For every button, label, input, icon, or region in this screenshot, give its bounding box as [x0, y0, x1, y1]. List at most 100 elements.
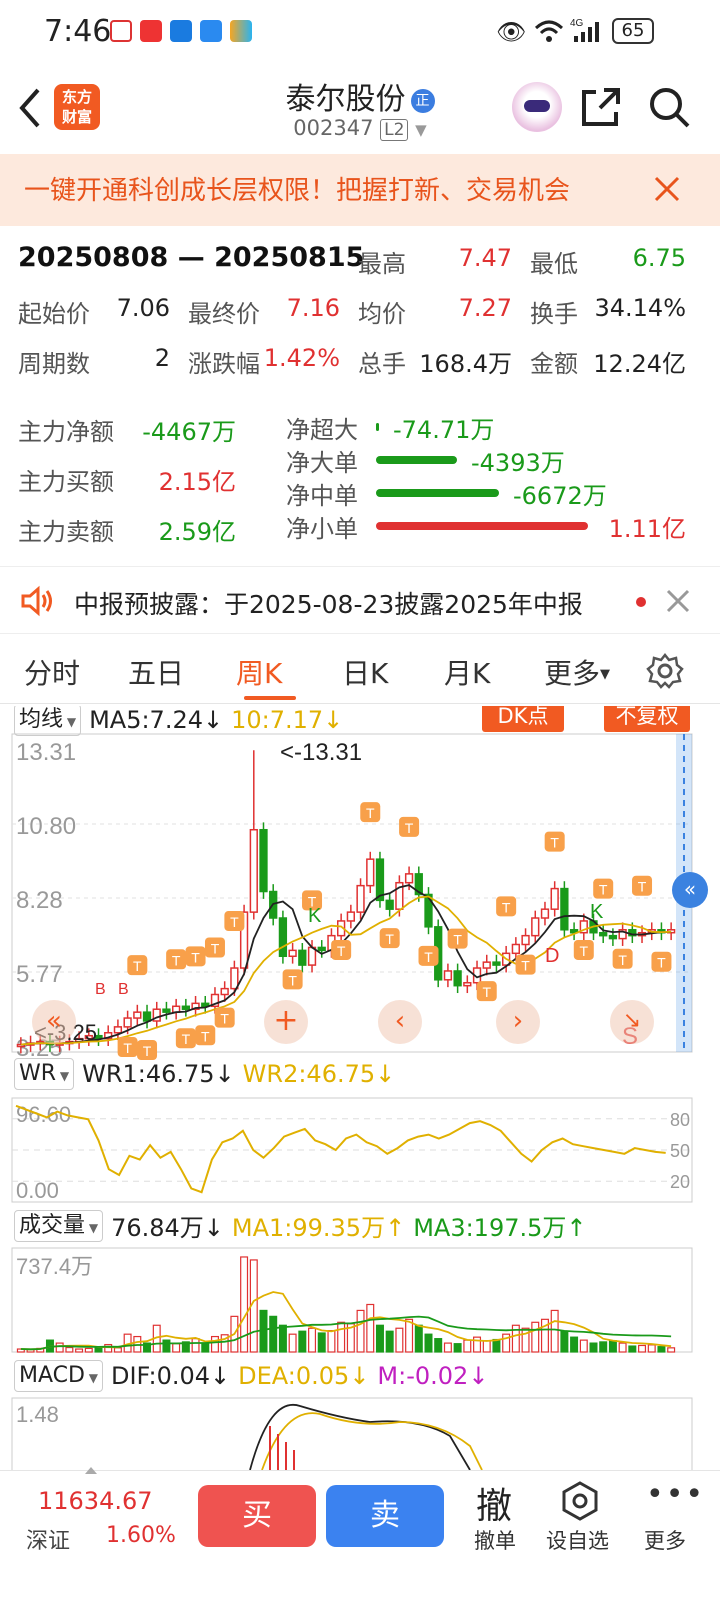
volume-bar	[443, 1342, 452, 1353]
wr2-text: WR2:46.75	[242, 1060, 376, 1088]
candle-body	[288, 949, 297, 958]
tab-daily-k[interactable]: 日K	[342, 652, 388, 692]
macd-selector[interactable]: MACD ▼	[14, 1360, 103, 1392]
stat-value: 34.14%	[594, 294, 686, 322]
stat-label: 最高	[358, 250, 406, 278]
volume-bar	[473, 1336, 482, 1353]
close-icon[interactable]	[654, 176, 680, 202]
signal-marker-label: T	[453, 932, 462, 948]
notice-bar[interactable]: 中报预披露：于2025-08-23披露2025年中报	[0, 566, 720, 634]
tab-five-day[interactable]: 五日	[128, 652, 184, 692]
zheng-badge: 正	[410, 89, 435, 113]
close-icon[interactable]	[666, 589, 690, 613]
cancel-order-label[interactable]: 撤单	[474, 1525, 516, 1555]
y-axis-label: 10.80	[16, 813, 76, 840]
kline-chart-area[interactable]: 均线 ▼ MA5:7.24↓ 10:7.17↓ DK点 不复权 13.31 10.…	[0, 706, 720, 1470]
volume-bar	[385, 1330, 394, 1353]
buy-button[interactable]: 买	[198, 1485, 316, 1547]
order-flow-value: -4393万	[471, 449, 565, 477]
tab-weekly-k[interactable]: 周K	[236, 652, 282, 692]
reset-view-button[interactable]: ↘	[610, 1000, 654, 1044]
index-name[interactable]: 深证	[26, 1523, 70, 1555]
zoom-in-button[interactable]: +	[264, 1000, 308, 1044]
stat-label: 最低	[530, 250, 578, 278]
stat-value: 7.06	[116, 294, 170, 322]
more-label[interactable]: 更多	[644, 1525, 686, 1555]
volume-bar	[337, 1321, 346, 1353]
stat-label: 周期数	[18, 350, 90, 378]
promo-banner[interactable]: 一键开通科创成长层权限！把握打新、交易机会	[0, 154, 720, 226]
signal-marker-label: T	[638, 879, 647, 895]
collapse-panel-button[interactable]: «	[672, 872, 708, 908]
stat-label: 金额	[530, 350, 578, 378]
order-flow-label: 净小单	[286, 515, 358, 543]
scroll-left-button[interactable]: «	[32, 1000, 76, 1044]
volume-bar	[608, 1340, 617, 1353]
volume-bar	[327, 1330, 336, 1353]
stat-value: 2	[154, 344, 170, 372]
volume-bar	[482, 1340, 491, 1353]
promo-text: 一键开通科创成长层权限！把握打新、交易机会	[24, 176, 571, 206]
more-dots-icon[interactable]: •••	[646, 1477, 705, 1512]
cellular-signal-icon: 4G	[570, 18, 599, 42]
volume-bar	[113, 1347, 122, 1353]
volume-bar	[395, 1327, 404, 1353]
wr-ref-label: 80	[670, 1110, 690, 1130]
index-value[interactable]: 11634.67	[38, 1487, 153, 1515]
candle-body	[511, 943, 520, 955]
chevron-down-icon: ▼	[56, 1069, 70, 1083]
sell-button[interactable]: 卖	[326, 1485, 444, 1547]
hexagon-watchlist-icon[interactable]	[562, 1481, 598, 1521]
money-flow-panel[interactable]: 主力净额 -4467万 主力买额 2.15亿 主力卖额 2.59亿 净超大 -74.71万 净大…	[0, 408, 720, 558]
candle-body	[278, 917, 288, 958]
order-flow-bar	[376, 522, 588, 530]
next-button[interactable]: ›	[496, 1000, 540, 1044]
candle-body	[385, 899, 394, 910]
main-flow-label: 主力买额	[18, 468, 114, 496]
candle-body	[142, 1011, 152, 1022]
volume-bar	[560, 1330, 569, 1353]
add-watchlist-label[interactable]: 设自选	[546, 1525, 609, 1555]
search-icon[interactable]	[648, 86, 690, 128]
wr-selector[interactable]: WR ▼	[14, 1058, 75, 1090]
tab-intraday[interactable]: 分时	[24, 652, 80, 692]
signal-marker-label: T	[182, 1031, 191, 1047]
candle-body	[181, 1005, 191, 1010]
date-range: 20250808 — 20250815	[18, 242, 365, 273]
candle-body	[317, 946, 326, 952]
wr1-value: WR1:46.75↓	[82, 1060, 235, 1088]
level-badge: L2	[380, 119, 409, 141]
volume-bar	[599, 1341, 608, 1353]
stat-value: 7.16	[286, 294, 340, 322]
dea-value: DEA:0.05↓	[238, 1362, 369, 1390]
period-tabs: 分时 五日 周K 日K 月K 更多▼	[0, 636, 720, 704]
volume-selector[interactable]: 成交量 ▼	[14, 1209, 104, 1242]
candle-body	[540, 908, 550, 919]
app-red-icon	[140, 20, 162, 42]
candle-body	[443, 970, 453, 981]
share-icon[interactable]	[580, 86, 622, 128]
tab-monthly-k[interactable]: 月K	[444, 652, 490, 692]
candle-body	[366, 858, 375, 887]
candle-body	[113, 1026, 123, 1034]
volume-bar	[84, 1347, 93, 1353]
signal-marker-label: T	[424, 949, 433, 965]
cancel-order-icon[interactable]: 撤	[476, 1477, 512, 1529]
volume-bar	[298, 1330, 307, 1353]
candle-body	[453, 970, 462, 987]
stat-label: 均价	[358, 300, 406, 328]
signal-marker-label: T	[211, 941, 220, 957]
wr-selector-label: WR	[19, 1061, 57, 1086]
tab-more[interactable]: 更多▼	[544, 652, 610, 692]
order-flow-label: 净超大	[286, 416, 358, 444]
volume-selector-label: 成交量	[19, 1212, 86, 1238]
order-flow-bar	[376, 489, 499, 497]
wr2-arrow: ↓	[375, 1060, 396, 1088]
order-flow-bar	[376, 423, 379, 431]
signal-marker-label: T	[143, 1043, 152, 1059]
prev-button[interactable]: ‹	[378, 1000, 422, 1044]
gear-icon[interactable]	[646, 652, 684, 690]
signal-marker-label: T	[657, 955, 666, 971]
candle-body	[346, 911, 355, 922]
robot-assistant-icon[interactable]	[512, 82, 562, 132]
